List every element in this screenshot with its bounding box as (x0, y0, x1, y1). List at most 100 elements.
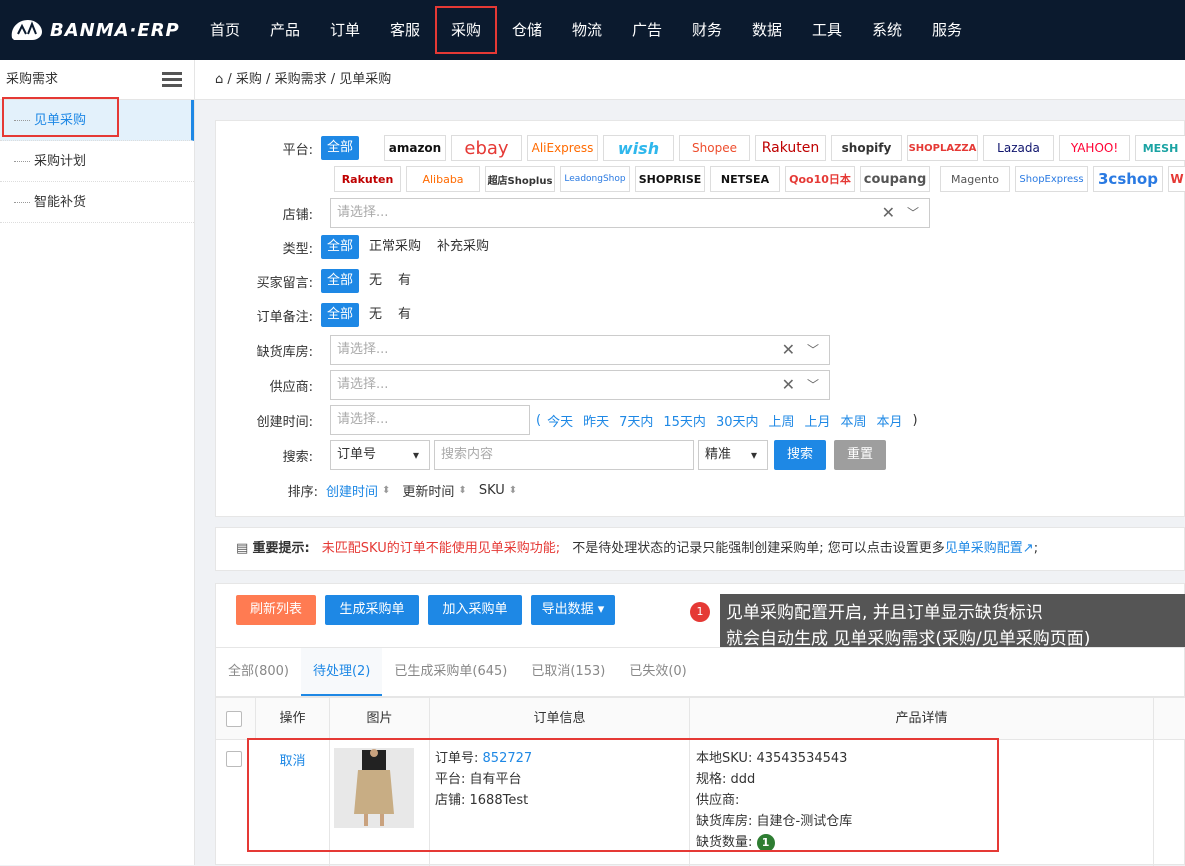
chevron-down-icon[interactable]: ﹀ (907, 199, 919, 227)
platform-magento[interactable]: Magento (940, 166, 1010, 192)
platform-w[interactable]: W (1168, 166, 1185, 192)
date-this-week[interactable]: 本周 (841, 411, 867, 430)
type-normal-button[interactable]: 正常采购 (363, 235, 427, 259)
platform-amazon[interactable]: amazon (384, 135, 446, 161)
chevron-down-icon[interactable]: ﹀ (807, 371, 819, 399)
buyer-msg-has-button[interactable]: 有 (392, 269, 417, 293)
home-icon[interactable]: ⌂ (215, 72, 223, 87)
date-last-month[interactable]: 上月 (805, 411, 831, 430)
date-yesterday[interactable]: 昨天 (583, 411, 609, 430)
add-to-po-button[interactable]: 加入采购单 (428, 595, 522, 625)
platform-yahoo[interactable]: YAHOO! (1059, 135, 1130, 161)
platform-shopify[interactable]: shopify (831, 135, 902, 161)
platform-shoplus[interactable]: 超店Shoplus (485, 166, 555, 192)
tip-end: ; (1033, 541, 1039, 556)
platform-ebay[interactable]: ebay (451, 135, 522, 161)
platform-leadongshop[interactable]: LeadongShop (560, 166, 630, 192)
nav-item-order[interactable]: 订单 (315, 0, 375, 60)
row-checkbox[interactable] (226, 751, 242, 767)
sidebar-item-smart-restock[interactable]: 智能补货 (0, 182, 194, 223)
platform-shoplazza[interactable]: SHOPLAZZA (907, 135, 978, 161)
order-note-all-button[interactable]: 全部 (321, 303, 360, 327)
export-data-button[interactable]: 导出数据 ▾ (531, 595, 615, 625)
nav-item-tools[interactable]: 工具 (797, 0, 857, 60)
nav-item-finance[interactable]: 财务 (677, 0, 737, 60)
platform-lazada[interactable]: Lazada (983, 135, 1054, 161)
important-tip: ▤ 重要提示: 未匹配SKU的订单不能使用见单采购功能; 不是待处理状态的记录只… (215, 527, 1185, 571)
platform-qoo10[interactable]: Qoo10日本 (785, 166, 855, 192)
breadcrumb: ⌂ / 采购 / 采购需求 / 见单采购 (195, 60, 1185, 100)
order-note-has-button[interactable]: 有 (392, 303, 417, 327)
nav-item-services[interactable]: 服务 (917, 0, 977, 60)
buyer-msg-none-button[interactable]: 无 (363, 269, 388, 293)
order-note-none-button[interactable]: 无 (363, 303, 388, 327)
platform-coupang[interactable]: coupang (860, 166, 930, 192)
external-link-icon[interactable]: ↗ (1023, 541, 1034, 556)
warehouse-row: 缺货库房: (216, 335, 321, 365)
sort-icon[interactable]: ⬍ (509, 485, 517, 496)
nav-item-logistics[interactable]: 物流 (557, 0, 617, 60)
nav-item-purchase[interactable]: 采购 (435, 6, 497, 54)
date-last-week[interactable]: 上周 (768, 411, 794, 430)
platform-aliexpress[interactable]: AliExpress (527, 135, 598, 161)
sort-icon[interactable]: ⬍ (458, 485, 466, 496)
type-all-button[interactable]: 全部 (321, 235, 360, 259)
nav-item-product[interactable]: 产品 (255, 0, 315, 60)
select-all-checkbox[interactable] (226, 711, 242, 727)
nav-item-ads[interactable]: 广告 (617, 0, 677, 60)
search-field-select[interactable]: 订单号 ▾ (330, 440, 430, 470)
clear-icon[interactable]: ✕ (782, 336, 795, 364)
menu-toggle-icon[interactable] (162, 72, 182, 88)
nav-item-warehouse[interactable]: 仓储 (497, 0, 557, 60)
platform-alibaba[interactable]: Alibaba (406, 166, 480, 192)
reset-button[interactable]: 重置 (834, 440, 886, 470)
shop-select[interactable]: 请选择... ✕ ﹀ (330, 198, 930, 228)
date-this-month[interactable]: 本月 (877, 411, 903, 430)
type-row: 类型: 全部 正常采购 补充采购 (216, 232, 499, 262)
tab-all[interactable]: 全部(800) (216, 648, 301, 696)
header-extra (1154, 698, 1185, 740)
platform-all-button[interactable]: 全部 (321, 136, 360, 160)
clear-icon[interactable]: ✕ (882, 199, 895, 227)
date-7days[interactable]: 7天内 (619, 411, 653, 430)
tip-config-link[interactable]: 见单采购配置 (945, 541, 1023, 556)
app-logo[interactable]: BANMA·ERP (8, 14, 180, 46)
type-supplement-button[interactable]: 补充采购 (431, 235, 495, 259)
warehouse-select[interactable]: 请选择... ✕ ﹀ (330, 335, 830, 365)
sidebar-item-purchase-plan[interactable]: 采购计划 (0, 141, 194, 182)
chevron-down-icon[interactable]: ﹀ (807, 336, 819, 364)
platform-wish[interactable]: wish (603, 135, 674, 161)
sort-updated[interactable]: 更新时间 (402, 481, 454, 500)
search-button[interactable]: 搜索 (774, 440, 826, 470)
date-15days[interactable]: 15天内 (663, 411, 706, 430)
tab-expired[interactable]: 已失效(0) (617, 648, 698, 696)
platform-3cshop[interactable]: 3cshop (1093, 166, 1163, 192)
tab-pending[interactable]: 待处理(2) (300, 648, 383, 696)
supplier-select[interactable]: 请选择... ✕ ﹀ (330, 370, 830, 400)
nav-item-data[interactable]: 数据 (737, 0, 797, 60)
date-today[interactable]: 今天 (547, 411, 573, 430)
date-30days[interactable]: 30天内 (716, 411, 759, 430)
platform-shopexpress[interactable]: ShopExpress (1015, 166, 1088, 192)
platform-mesh[interactable]: MESH (1135, 135, 1185, 161)
refresh-list-button[interactable]: 刷新列表 (236, 595, 316, 625)
nav-item-service[interactable]: 客服 (375, 0, 435, 60)
sort-icon[interactable]: ⬍ (382, 485, 390, 496)
platform-rakuten-fr[interactable]: Rakuten (334, 166, 401, 192)
create-po-button[interactable]: 生成采购单 (325, 595, 419, 625)
platform-netsea[interactable]: NETSEA (710, 166, 780, 192)
nav-item-home[interactable]: 首页 (195, 0, 255, 60)
sort-created[interactable]: 创建时间 (326, 481, 378, 500)
clear-icon[interactable]: ✕ (782, 371, 795, 399)
search-mode-select[interactable]: 精准 ▾ (698, 440, 768, 470)
platform-shopee[interactable]: Shopee (679, 135, 750, 161)
platform-rakuten[interactable]: Rakuten (755, 135, 826, 161)
nav-item-system[interactable]: 系统 (857, 0, 917, 60)
tab-generated[interactable]: 已生成采购单(645) (382, 648, 519, 696)
sort-sku[interactable]: SKU (479, 483, 505, 498)
created-date-input[interactable]: 请选择... (330, 405, 530, 435)
tab-cancelled[interactable]: 已取消(153) (519, 648, 617, 696)
platform-shoprise[interactable]: SHOPRISE (635, 166, 705, 192)
buyer-msg-all-button[interactable]: 全部 (321, 269, 360, 293)
search-input[interactable]: 搜索内容 (434, 440, 694, 470)
